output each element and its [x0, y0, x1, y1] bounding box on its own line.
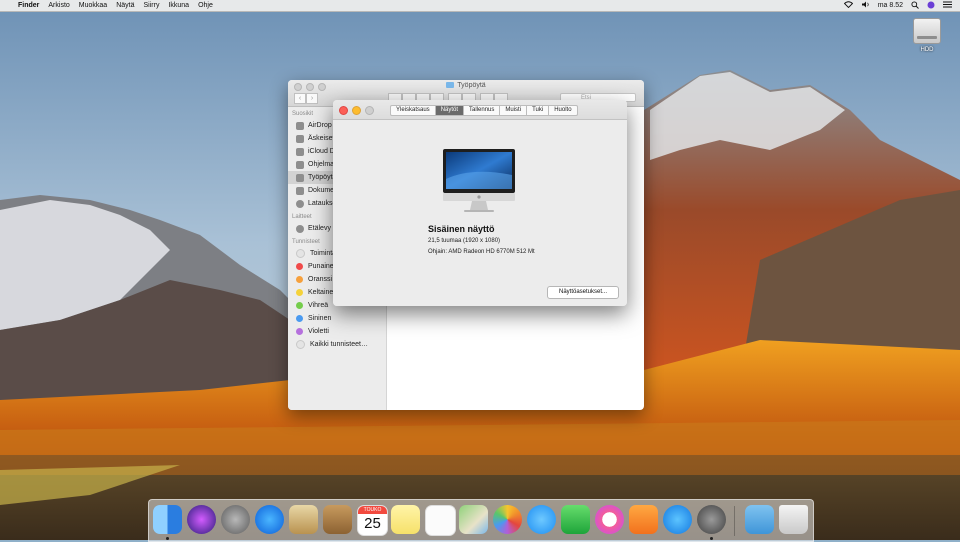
hard-drive-icon: [913, 18, 941, 44]
messages-dock-icon[interactable]: [527, 505, 556, 534]
maps-dock-icon[interactable]: [459, 505, 488, 534]
finder-dock-icon[interactable]: [153, 505, 182, 534]
displays-info-window: Yleiskatsaus Näytöt Tallennus Muisti Tuk…: [333, 100, 627, 306]
contacts-dock-icon[interactable]: [323, 505, 352, 534]
calendar-dock-icon[interactable]: TOUKO 25: [357, 505, 388, 536]
cloud-icon: [296, 147, 304, 156]
desktop-hdd-icon[interactable]: HDD: [908, 18, 946, 53]
app-store-dock-icon[interactable]: [663, 505, 692, 534]
photos-dock-icon[interactable]: [493, 505, 522, 534]
display-name: Sisäinen näyttö: [428, 224, 495, 234]
sidebar-tag-item[interactable]: Violetti: [288, 325, 386, 338]
download-icon: [296, 199, 304, 208]
menu-nayta[interactable]: Näytä: [116, 2, 134, 9]
imac-monitor-icon: [443, 149, 515, 212]
dock-separator: [734, 506, 735, 536]
menu-bar: Finder Arkisto Muokkaa Näytä Siirry Ikku…: [0, 0, 960, 12]
finder-title-text: Työpöytä: [457, 82, 486, 89]
back-button[interactable]: ‹: [294, 93, 306, 104]
clock[interactable]: ma 8.52: [878, 2, 903, 9]
launchpad-dock-icon[interactable]: [221, 505, 250, 534]
about-titlebar[interactable]: Yleiskatsaus Näytöt Tallennus Muisti Tuk…: [333, 100, 627, 120]
about-close-button[interactable]: [339, 106, 348, 115]
tag-dot-icon: [296, 289, 303, 296]
desktop-icon: [296, 173, 304, 182]
tab-displays[interactable]: Näytöt: [435, 105, 465, 116]
spotlight-search-icon[interactable]: [911, 0, 919, 11]
system-preferences-dock-icon[interactable]: [697, 505, 726, 534]
disc-icon: [296, 224, 304, 233]
ibooks-dock-icon[interactable]: [629, 505, 658, 534]
tag-label: Vihreä: [308, 302, 329, 309]
itunes-dock-icon[interactable]: [595, 505, 624, 534]
dock: TOUKO 25: [148, 499, 814, 542]
sidebar-all-tags[interactable]: Kaikki tunnisteet…: [288, 338, 386, 351]
recents-icon: [296, 134, 304, 143]
sidebar-item-label: Ohjelmat: [308, 161, 337, 168]
tag-dot-icon: [296, 276, 303, 283]
tab-overview[interactable]: Yleiskatsaus: [390, 105, 436, 116]
notes-dock-icon[interactable]: [391, 505, 420, 534]
menu-siirry[interactable]: Siirry: [144, 2, 160, 9]
menu-arkisto[interactable]: Arkisto: [48, 2, 69, 9]
safari-dock-icon[interactable]: [255, 505, 284, 534]
siri-dock-icon[interactable]: [187, 505, 216, 534]
display-size: 21,5 tuumaa (1920 x 1080): [428, 238, 501, 244]
menu-app-finder[interactable]: Finder: [18, 2, 39, 9]
tag-label: Violetti: [308, 328, 329, 335]
facetime-dock-icon[interactable]: [561, 505, 590, 534]
tag-dot-icon: [296, 315, 303, 322]
folder-icon: [446, 82, 455, 89]
about-traffic-lights: [339, 106, 374, 115]
reminders-dock-icon[interactable]: [425, 505, 456, 536]
about-tab-bar: Yleiskatsaus Näytöt Tallennus Muisti Tuk…: [390, 105, 578, 116]
hdd-label: HDD: [920, 47, 934, 53]
about-minimize-button[interactable]: [352, 106, 361, 115]
sidebar-item-label: AirDrop: [308, 122, 332, 129]
tag-label: Sininen: [308, 315, 332, 322]
display-driver: Ohjain: AMD Radeon HD 6770M 512 Mt: [428, 249, 535, 255]
tag-dot-icon: [296, 328, 303, 335]
tab-memory[interactable]: Muisti: [500, 105, 528, 116]
tag-dot-icon: [296, 302, 303, 309]
applications-icon: [296, 160, 304, 169]
menu-ohje[interactable]: Ohje: [198, 2, 213, 9]
calendar-day: 25: [364, 515, 381, 532]
tag-dot-icon: [296, 263, 303, 270]
finder-nav-buttons: ‹ ›: [294, 93, 318, 104]
tab-support[interactable]: Tuki: [527, 105, 550, 116]
sidebar-item-label: Äskeiset: [308, 135, 335, 142]
document-icon: [296, 186, 304, 195]
tag-dot-icon: [296, 340, 305, 349]
calendar-month: TOUKO: [358, 506, 387, 514]
menu-ikkuna[interactable]: Ikkuna: [168, 2, 189, 9]
mail-dock-icon[interactable]: [289, 505, 318, 534]
about-zoom-button[interactable]: [365, 106, 374, 115]
siri-menu-icon[interactable]: [927, 1, 935, 11]
displays-panel: Sisäinen näyttö 21,5 tuumaa (1920 x 1080…: [333, 120, 627, 306]
finder-title: Työpöytä: [288, 82, 644, 89]
airdrop-icon: [296, 121, 304, 130]
volume-icon[interactable]: [861, 1, 870, 10]
display-settings-button[interactable]: Näyttöasetukset...: [547, 286, 619, 299]
tab-service[interactable]: Huolto: [549, 105, 578, 116]
tab-storage[interactable]: Tallennus: [464, 105, 501, 116]
notification-center-icon[interactable]: [943, 1, 952, 10]
tag-label: Oranssi: [308, 276, 333, 283]
wifi-icon[interactable]: [843, 1, 853, 10]
menu-muokkaa[interactable]: Muokkaa: [79, 2, 107, 9]
forward-button[interactable]: ›: [306, 93, 318, 104]
trash-dock-icon[interactable]: [779, 505, 808, 534]
tag-label: Kaikki tunnisteet…: [310, 341, 368, 348]
downloads-folder-dock-icon[interactable]: [745, 505, 774, 534]
sidebar-tag-item[interactable]: Sininen: [288, 312, 386, 325]
sidebar-item-label: Etälevy: [308, 225, 331, 232]
tag-dot-icon: [296, 249, 305, 258]
